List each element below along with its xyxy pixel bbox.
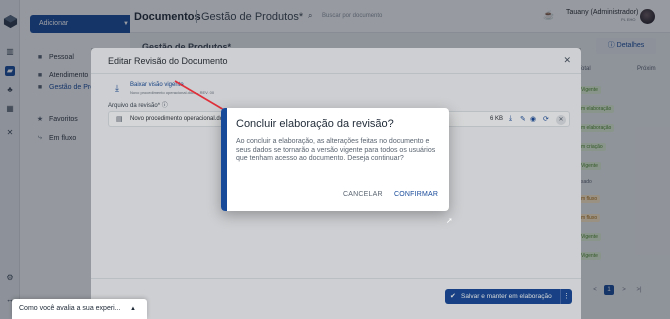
feedback-toast[interactable]: Como você avalia a sua experi... ▲	[12, 299, 147, 319]
mouse-cursor-icon: ➚	[446, 216, 453, 225]
cancel-button[interactable]: CANCELAR	[343, 191, 383, 198]
dialog-message: Ao concluir a elaboração, as alterações …	[236, 138, 436, 162]
toast-text: Como você avalia a sua experi...	[19, 305, 121, 312]
dialog-title: Concluir elaboração da revisão?	[236, 118, 394, 130]
confirm-button[interactable]: CONFIRMAR	[394, 191, 438, 198]
confirm-dialog: Concluir elaboração da revisão? Ao concl…	[221, 108, 449, 211]
chevron-up-icon[interactable]: ▲	[130, 299, 136, 319]
dialog-accent-bar	[221, 108, 227, 211]
